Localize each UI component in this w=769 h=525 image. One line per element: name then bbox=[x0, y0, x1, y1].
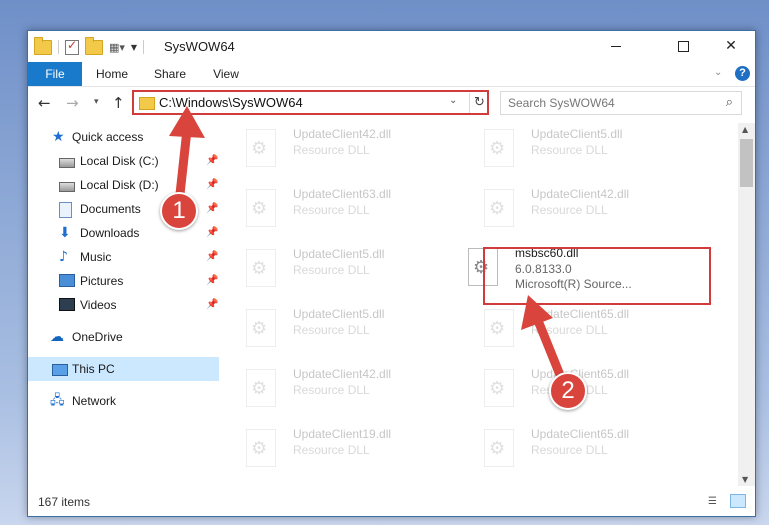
callout-step-2: 2 bbox=[549, 372, 587, 410]
callout-step-1: 1 bbox=[160, 192, 198, 230]
arrow-1 bbox=[169, 106, 205, 199]
annotation-arrows bbox=[169, 106, 565, 380]
arrow-2 bbox=[521, 295, 565, 380]
